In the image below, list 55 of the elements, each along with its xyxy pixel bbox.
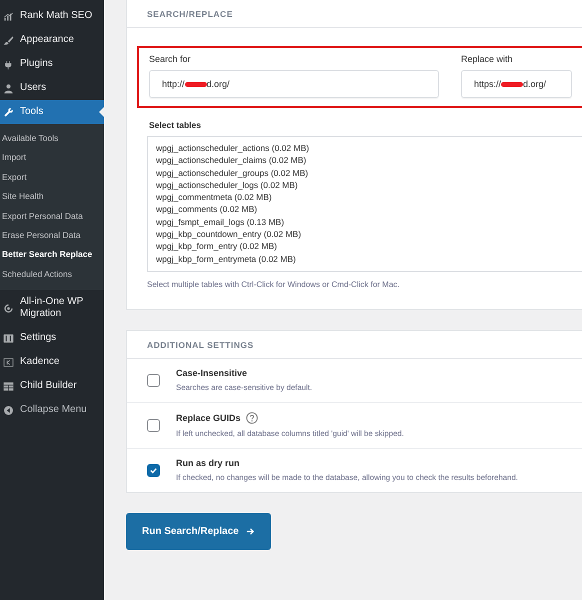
submenu-item[interactable]: Erase Personal Data <box>0 226 104 246</box>
collapse-icon <box>3 404 14 416</box>
help-text: Select multiple tables with Ctrl-Click for Windows or Cmd-Click for Mac. <box>147 280 400 289</box>
run-button[interactable]: Run Search/Replace <box>126 513 271 550</box>
sidebar-menu-item[interactable]: Users <box>0 76 104 100</box>
table-option[interactable]: wpgj_fsmpt_email_logs (0.13 MB) <box>156 216 574 228</box>
table-option[interactable]: wpgj_kbp_form_entrymeta (0.02 MB) <box>156 252 574 265</box>
sidebar-menu-item[interactable]: Collapse Menu <box>0 398 104 422</box>
sidebar-menu-item[interactable]: Appearance <box>0 28 104 52</box>
section-heading: SEARCH/REPLACE <box>127 0 582 28</box>
sidebar-menu-item[interactable]: Rank Math SEO <box>0 4 104 28</box>
table-option[interactable]: wpgj_actionscheduler_groups (0.02 MB) <box>156 166 574 179</box>
sidebar-menu-item[interactable]: All-in-One WP Migration <box>0 290 104 326</box>
table-option[interactable]: wpgj_comments (0.02 MB) <box>156 203 574 216</box>
help-icon[interactable] <box>246 412 258 424</box>
sidebar-menu-item[interactable]: Child Builder <box>0 374 104 398</box>
submenu-item[interactable]: Better Search Replace <box>0 245 104 265</box>
submenu-item[interactable]: Export Personal Data <box>0 206 104 226</box>
table-option[interactable]: wpgj_actionscheduler_claims (0.02 MB) <box>156 154 574 167</box>
table-option[interactable]: wpgj_actionscheduler_logs (0.02 MB) <box>156 178 574 192</box>
plug-icon <box>3 58 14 70</box>
sidebar-menu-item[interactable]: Kadence <box>0 350 104 374</box>
checkbox[interactable] <box>147 374 160 386</box>
option-label: Case-Insensitive <box>176 368 248 378</box>
submenu-item[interactable]: Available Tools <box>0 129 104 148</box>
brush-icon <box>3 34 14 46</box>
field-label: Search for <box>149 54 192 64</box>
table-option[interactable]: wpgj_commentmeta (0.02 MB) <box>156 191 574 204</box>
table-option[interactable]: wpgj_kbp_countdown_entry (0.02 MB) <box>156 228 574 240</box>
sidebar-menu-item[interactable]: Settings <box>0 326 104 350</box>
field-label: Replace with <box>461 54 514 64</box>
checkbox[interactable] <box>147 418 160 432</box>
text-field[interactable]: https:// d.org/ <box>461 70 572 98</box>
sidebar-menu-item[interactable]: Plugins <box>0 52 104 76</box>
grid-icon <box>3 380 14 392</box>
submenu-item[interactable]: Import <box>0 148 104 168</box>
wrench-icon <box>3 106 14 118</box>
tables-listbox[interactable] <box>147 136 582 272</box>
section-heading: ADDITIONAL SETTINGS <box>127 331 582 359</box>
arrow-icon <box>246 527 255 536</box>
sidebar-menu-item[interactable]: Tools <box>0 100 104 124</box>
chart-icon <box>3 10 14 22</box>
checkmark-icon <box>149 466 158 474</box>
submenu-item[interactable]: Export <box>0 168 104 188</box>
table-option[interactable]: wpgj_kbp_form_entry (0.02 MB) <box>156 240 574 253</box>
option-label: Run as dry run <box>176 458 240 468</box>
k-letter-icon <box>3 356 14 368</box>
option-label: Replace GUIDs <box>176 413 241 423</box>
user-icon <box>3 82 14 94</box>
field-label: Select tables <box>149 120 202 130</box>
table-option[interactable]: wpgj_actionscheduler_actions (0.02 MB) <box>156 142 574 154</box>
text-field[interactable]: http:// d.org/ <box>149 70 439 98</box>
submenu-item[interactable]: Site Health <box>0 187 104 207</box>
submenu-item[interactable]: Scheduled Actions <box>0 264 104 284</box>
checkbox[interactable] <box>147 464 160 476</box>
